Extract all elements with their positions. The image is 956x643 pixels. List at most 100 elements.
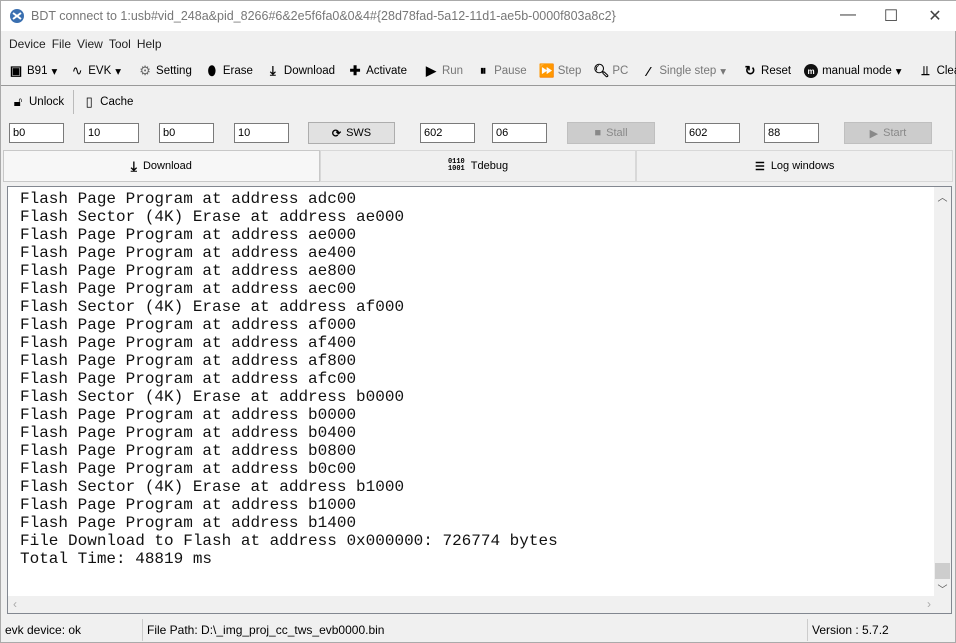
log-line: Flash Page Program at address af400 — [20, 334, 357, 352]
field-1[interactable] — [9, 123, 64, 143]
chip-dropdown[interactable]: ▣ B91 ▾ — [9, 63, 57, 78]
list-icon: ☰ — [754, 160, 765, 173]
maximize-button[interactable]: ☐ — [876, 6, 906, 26]
pause-button[interactable]: ⏸ Pause — [476, 63, 527, 78]
log-output[interactable]: Flash Page Program at address adc00 Flash… — [7, 186, 952, 614]
scrollbar-thumb[interactable] — [935, 563, 950, 579]
reset-icon: ↻ — [744, 63, 756, 78]
scroll-right-icon[interactable]: › — [927, 597, 931, 611]
menu-device[interactable]: Device — [9, 37, 46, 51]
field-4[interactable] — [234, 123, 289, 143]
status-version: Version : 5.7.2 — [812, 623, 889, 637]
log-line: Flash Page Program at address af800 — [20, 352, 357, 370]
log-line: Flash Page Program at address ae800 — [20, 262, 357, 280]
log-line: Flash Sector (4K) Erase at address b1000 — [20, 478, 405, 496]
menu-file[interactable]: File — [52, 37, 71, 51]
unlock-button[interactable]: 🔓︎ Unlock — [11, 94, 64, 109]
status-file-path: File Path: D:\_img_proj_cc_tws_evb0000.b… — [143, 619, 808, 641]
erase-button[interactable]: ⬮ Erase — [205, 63, 253, 78]
gear-icon: ⚙ — [139, 63, 151, 78]
log-line: Flash Page Program at address b0c00 — [20, 460, 357, 478]
clear-button[interactable]: ⫫Clear — [919, 63, 956, 78]
menu-bar: Device File View Tool Help — [1, 34, 162, 54]
title-bar: BDT connect to 1:usb#vid_248a&pid_8266#6… — [1, 1, 956, 31]
field-6[interactable] — [492, 123, 547, 143]
tab-bar: ⤓ Download 0110 1001 Tdebug ☰ Log windows — [3, 150, 954, 182]
field-3[interactable] — [159, 123, 214, 143]
footsteps-icon: ⁄ — [647, 63, 650, 79]
log-line: Flash Page Program at address af000 — [20, 316, 357, 334]
horizontal-scrollbar[interactable]: ‹ › — [8, 596, 934, 613]
chip-icon: ▣ — [9, 63, 23, 78]
close-button[interactable]: ✕ — [920, 6, 950, 26]
field-2[interactable] — [84, 123, 139, 143]
log-line: Flash Sector (4K) Erase at address ae000 — [20, 208, 405, 226]
run-icon: ▶ — [425, 63, 436, 78]
board-dropdown[interactable]: ∿ EVK ▾ — [70, 63, 121, 78]
tab-download[interactable]: ⤓ Download — [3, 150, 320, 182]
app-logo-icon — [10, 9, 24, 23]
log-line: File Download to Flash at address 0x0000… — [20, 532, 558, 550]
log-line: Flash Page Program at address b1400 — [20, 514, 357, 532]
activate-button[interactable]: ✚ Activate — [348, 63, 407, 78]
log-line: Flash Page Program at address b0800 — [20, 442, 357, 460]
signal-icon: ∿ — [71, 63, 83, 78]
log-line: Flash Page Program at address b0400 — [20, 424, 357, 442]
eraser-icon: ⬮ — [207, 63, 216, 78]
download-icon: ⤓ — [270, 63, 276, 78]
menu-tool[interactable]: Tool — [109, 37, 131, 51]
broom-icon: ⫫ — [921, 63, 930, 78]
step-button[interactable]: ⏩ Step — [538, 63, 582, 78]
stop-icon: ■ — [594, 127, 602, 139]
log-line: Flash Page Program at address b0000 — [20, 406, 357, 424]
scroll-left-icon[interactable]: ‹ — [13, 597, 17, 611]
tab-log-windows[interactable]: ☰ Log windows — [636, 150, 954, 182]
scroll-corner — [934, 596, 951, 613]
log-line: Flash Sector (4K) Erase at address b0000 — [20, 388, 405, 406]
status-device: evk device: ok — [1, 619, 143, 641]
download-icon: ⤓ — [130, 157, 137, 174]
separator — [73, 90, 75, 114]
scroll-down-icon[interactable]: ﹀ — [934, 581, 951, 596]
reset-button[interactable]: ↻ Reset — [743, 63, 792, 78]
log-line: Flash Page Program at address ae400 — [20, 244, 357, 262]
download-button[interactable]: ⤓ Download — [266, 63, 335, 78]
log-line: Flash Page Program at address aec00 — [20, 280, 357, 298]
log-line: Total Time: 48819 ms — [20, 550, 213, 568]
log-line: Flash Sector (4K) Erase at address af000 — [20, 298, 405, 316]
window-title: BDT connect to 1:usb#vid_248a&pid_8266#6… — [31, 9, 616, 23]
pc-button[interactable]: 🔍︎ PC — [593, 63, 628, 78]
log-line: Flash Page Program at address afc00 — [20, 370, 357, 388]
log-line: Flash Page Program at address adc00 — [20, 190, 357, 208]
refresh-icon: ⟳ — [331, 127, 342, 140]
setting-button[interactable]: ⚙ Setting — [138, 63, 192, 78]
log-line: Flash Page Program at address b1000 — [20, 496, 357, 514]
unlock-icon: 🔓︎ — [13, 94, 23, 109]
sws-button[interactable]: ⟳ SWS — [308, 122, 395, 144]
start-button[interactable]: ▶ Start — [844, 122, 932, 144]
sd-card-icon: ▯ — [85, 94, 93, 109]
search-icon: 🔍︎ — [593, 63, 610, 78]
binary-icon: 0110 1001 — [447, 158, 465, 173]
single-step-dropdown[interactable]: ⁄ Single step ▾ — [641, 63, 726, 79]
log-text: Flash Page Program at address adc00 Flash… — [20, 190, 558, 568]
mode-icon: m — [804, 64, 819, 78]
field-7[interactable] — [685, 123, 740, 143]
menu-view[interactable]: View — [77, 37, 103, 51]
plus-icon: ✚ — [349, 63, 361, 78]
field-5[interactable] — [420, 123, 475, 143]
run-button[interactable]: ▶ Run — [424, 63, 463, 78]
step-icon: ⏩ — [538, 63, 555, 78]
pause-icon: ⏸ — [479, 63, 487, 78]
main-toolbar: ▣ B91 ▾ ∿ EVK ▾ ⚙ Setting ⬮ Erase ⤓ Download … — [1, 57, 956, 86]
vertical-scrollbar[interactable]: ︿ ﹀ — [934, 187, 951, 596]
scroll-up-icon[interactable]: ︿ — [934, 189, 951, 204]
stall-button[interactable]: ■ Stall — [567, 122, 655, 144]
minimize-button[interactable]: — — [833, 6, 863, 24]
field-8[interactable] — [764, 123, 819, 143]
menu-help[interactable]: Help — [137, 37, 162, 51]
play-icon: ▶ — [869, 127, 879, 140]
tab-tdebug[interactable]: 0110 1001 Tdebug — [319, 150, 637, 182]
mode-dropdown[interactable]: m manual mode ▾ — [804, 64, 902, 78]
cache-button[interactable]: ▯ Cache — [82, 94, 134, 109]
